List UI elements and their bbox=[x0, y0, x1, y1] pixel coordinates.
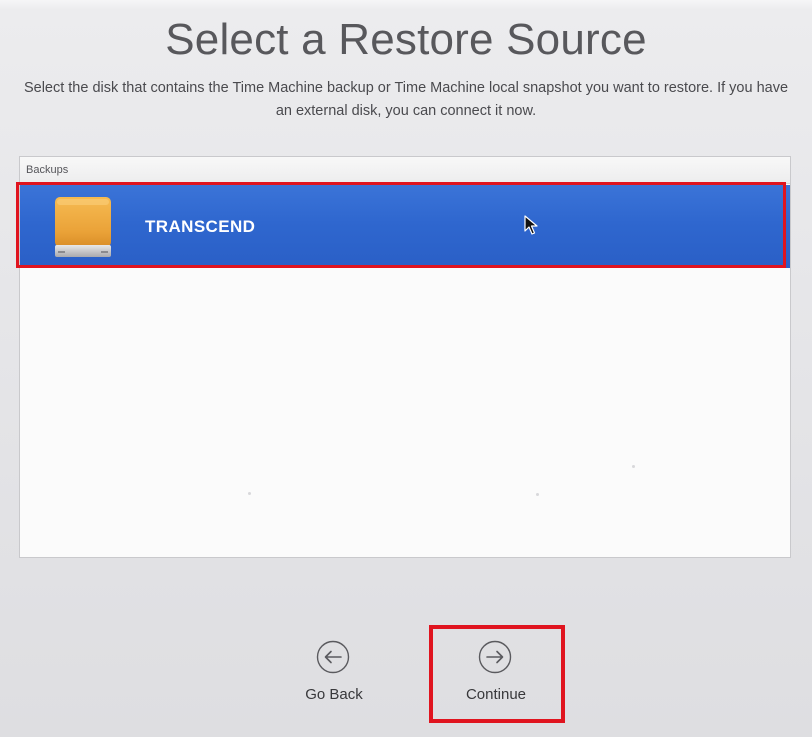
arrow-right-circle-icon bbox=[478, 640, 512, 674]
restore-source-screen: Select a Restore Source Select the disk … bbox=[0, 0, 812, 737]
external-disk-icon bbox=[55, 197, 111, 257]
dust-speck bbox=[632, 465, 635, 468]
arrow-left-circle-icon bbox=[316, 640, 350, 674]
mouse-pointer-icon bbox=[524, 215, 538, 235]
page-description: Select the disk that contains the Time M… bbox=[23, 80, 789, 119]
continue-button[interactable]: Continue bbox=[446, 640, 546, 720]
page-title: Select a Restore Source bbox=[165, 15, 647, 64]
go-back-button[interactable]: Go Back bbox=[284, 640, 384, 720]
disk-name-label: TRANSCEND bbox=[145, 217, 256, 236]
backups-list: Backups TRANSCEND bbox=[16, 156, 791, 558]
dust-speck bbox=[536, 493, 539, 496]
top-edge bbox=[0, 0, 812, 10]
backup-item-transcend[interactable]: TRANSCEND bbox=[20, 185, 790, 268]
dust-speck bbox=[248, 492, 251, 495]
backups-header-label: Backups bbox=[26, 164, 69, 176]
backups-list-header: Backups bbox=[20, 157, 790, 184]
go-back-label: Go Back bbox=[305, 686, 363, 703]
continue-label: Continue bbox=[465, 686, 527, 703]
